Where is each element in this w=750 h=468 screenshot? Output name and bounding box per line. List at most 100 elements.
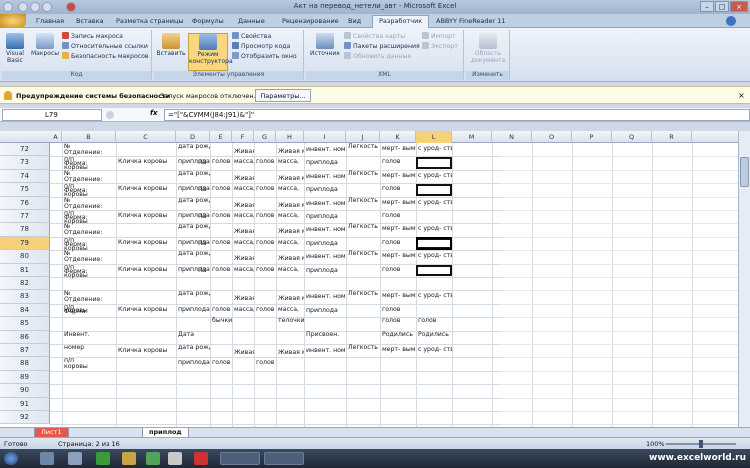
taskbar-window[interactable] — [264, 452, 304, 465]
properties-button[interactable]: Свойства — [232, 32, 271, 41]
taskbar-app-icon[interactable] — [194, 452, 208, 465]
tab-insert[interactable]: Вставка — [70, 16, 110, 28]
group-controls: Вставить Режим конструктора Свойства Про… — [154, 30, 304, 80]
expansion-packs-icon — [344, 42, 351, 49]
tab-developer[interactable]: Разработчик — [372, 15, 430, 29]
taskbar — [0, 449, 750, 468]
column-header-G[interactable]: G — [254, 131, 276, 143]
formula-bar: L79 fx ="["&СУММ(J84:J91)&"]" — [0, 108, 750, 122]
vertical-scrollbar[interactable] — [738, 131, 750, 427]
group-xml: Источник Свойства карты Пакеты расширени… — [306, 30, 464, 80]
column-headers: ABCDEFGHIJKLMNOPQR — [0, 131, 750, 143]
export-icon — [422, 42, 429, 49]
column-header-R[interactable]: R — [652, 131, 692, 143]
visual-basic-button[interactable]: Visual Basic — [4, 33, 26, 64]
status-bar: Готово Страница: 2 из 16 100% — [0, 437, 750, 449]
column-header-A[interactable]: A — [50, 131, 62, 143]
column-header-C[interactable]: C — [116, 131, 176, 143]
tab-data[interactable]: Данные — [232, 16, 271, 28]
column-header-H[interactable]: H — [276, 131, 304, 143]
group-xml-label: XML — [306, 71, 463, 80]
security-options-button[interactable]: Параметры... — [255, 89, 311, 102]
column-header-Q[interactable]: Q — [612, 131, 652, 143]
refresh-icon — [344, 52, 351, 59]
security-warning-message: Запуск макросов отключен. — [160, 92, 256, 100]
ribbon: Visual Basic Макросы Запись макроса Отно… — [0, 28, 750, 82]
insert-control-button[interactable]: Вставить — [156, 33, 186, 57]
column-header-N[interactable]: N — [492, 131, 532, 143]
start-button-icon[interactable] — [4, 452, 18, 465]
toolbox-icon — [162, 33, 180, 49]
import-icon — [422, 32, 429, 39]
column-header-E[interactable]: E — [210, 131, 232, 143]
column-header-B[interactable]: B — [62, 131, 116, 143]
column-header-P[interactable]: P — [572, 131, 612, 143]
taskbar-app-icon[interactable] — [146, 452, 160, 465]
taskbar-app-icon[interactable] — [122, 452, 136, 465]
shield-icon — [4, 91, 12, 100]
xml-source-icon — [316, 33, 334, 49]
group-modify-label: Изменить — [466, 71, 509, 80]
visual-basic-icon — [6, 33, 24, 49]
worksheet-grid[interactable] — [0, 131, 750, 427]
refresh-data-button[interactable]: Обновить данные — [344, 52, 411, 61]
column-header-M[interactable]: M — [452, 131, 492, 143]
tab-view[interactable]: Вид — [342, 16, 367, 28]
close-button[interactable]: × — [730, 1, 748, 12]
group-modify: Область документа Изменить — [466, 30, 510, 80]
export-button[interactable]: Экспорт — [422, 42, 458, 51]
taskbar-app-icon[interactable] — [40, 452, 54, 465]
taskbar-app-icon[interactable] — [168, 452, 182, 465]
window-title: Акт на перевод_нетели_авт - Microsoft Ex… — [293, 2, 457, 10]
map-properties-button[interactable]: Свойства карты — [344, 32, 405, 41]
tab-home[interactable]: Главная — [30, 16, 70, 28]
tab-formulas[interactable]: Формулы — [186, 16, 230, 28]
zoom-thumb[interactable] — [699, 440, 703, 448]
watermark: www.excelworld.ru — [649, 453, 746, 463]
taskbar-app-icon[interactable] — [96, 452, 110, 465]
record-macro-button[interactable]: Запись макроса — [62, 32, 123, 41]
macros-button[interactable]: Макросы — [30, 33, 60, 57]
column-header-D[interactable]: D — [176, 131, 210, 143]
document-panel-button[interactable]: Область документа — [468, 33, 508, 64]
macro-security-button[interactable]: Безопасность макросов — [62, 52, 149, 61]
view-code-button[interactable]: Просмотр кода — [232, 42, 290, 51]
scroll-thumb[interactable] — [740, 157, 749, 187]
title-bar: Акт на перевод_нетели_авт - Microsoft Ex… — [0, 0, 750, 14]
office-button[interactable] — [0, 14, 26, 28]
column-header-F[interactable]: F — [232, 131, 254, 143]
dialog-icon — [232, 52, 239, 59]
show-window-button[interactable]: Отобразить окно — [232, 52, 297, 61]
xml-source-button[interactable]: Источник — [310, 33, 340, 57]
tab-review[interactable]: Рецензирование — [276, 16, 345, 28]
group-code-label: Код — [2, 71, 151, 80]
record-macro-icon — [62, 32, 69, 39]
taskbar-window[interactable] — [220, 452, 260, 465]
expansion-packs-button[interactable]: Пакеты расширения — [344, 42, 420, 51]
tab-abbyy[interactable]: ABBYY FineReader 11 — [430, 16, 512, 28]
tab-page-layout[interactable]: Разметка страницы — [110, 16, 190, 28]
column-header-K[interactable]: K — [380, 131, 416, 143]
security-warning-title: Предупреждение системы безопасности — [16, 92, 171, 100]
column-header-J[interactable]: J — [346, 131, 380, 143]
column-header-L[interactable]: L — [416, 131, 452, 143]
properties-icon — [232, 32, 239, 39]
taskbar-app-icon[interactable] — [68, 452, 82, 465]
relative-refs-icon — [62, 42, 69, 49]
relative-refs-button[interactable]: Относительные ссылки — [62, 42, 148, 51]
import-button[interactable]: Импорт — [422, 32, 456, 41]
column-header-I[interactable]: I — [304, 131, 346, 143]
zoom-level[interactable]: 100% — [646, 440, 665, 448]
close-security-bar-icon[interactable]: × — [738, 91, 745, 100]
formula-input[interactable]: ="["&СУММ(J84:J91)&"]" — [164, 109, 750, 121]
minimize-button[interactable]: – — [700, 1, 714, 12]
name-box[interactable]: L79 — [2, 109, 102, 121]
insert-function-button[interactable]: fx — [150, 109, 158, 117]
expand-icon[interactable] — [106, 111, 114, 119]
help-icon[interactable] — [726, 16, 736, 26]
warning-icon — [62, 52, 69, 59]
maximize-button[interactable]: □ — [715, 1, 729, 12]
group-controls-label: Элементы управления — [154, 71, 303, 80]
design-mode-button[interactable]: Режим конструктора — [188, 33, 233, 71]
column-header-O[interactable]: O — [532, 131, 572, 143]
